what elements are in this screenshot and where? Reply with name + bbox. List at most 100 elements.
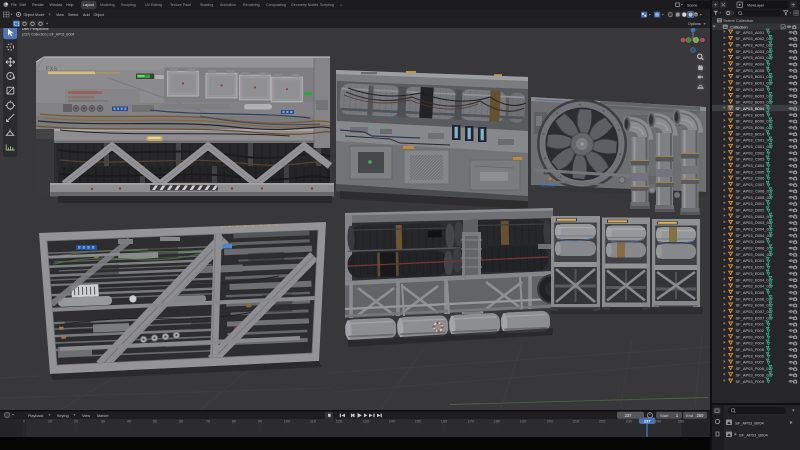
svg-text:View: View [56,13,64,17]
svg-text:230: 230 [626,419,633,424]
svg-text:120: 120 [336,419,343,424]
svg-text:SF_AP03_A002_02: SF_AP03_A002_02 [736,42,772,47]
svg-text:SF_AP03_E003: SF_AP03_E003 [736,271,765,276]
svg-text:SF_AP03_D004_02: SF_AP03_D004_02 [736,233,772,238]
svg-text:250: 250 [678,419,685,424]
svg-text:SF_AP03_E004_01: SF_AP03_E004_01 [736,277,772,282]
svg-text:SF_AP03_F008_01: SF_AP03_F008_01 [736,366,772,371]
svg-text:SF_AP03_E004_02: SF_AP03_E004_02 [736,284,772,289]
svg-text:SF_AP03_D001: SF_AP03_D001 [736,201,766,206]
svg-text:240: 240 [655,419,662,424]
svg-text:Select: Select [68,13,78,17]
svg-text:237: 237 [625,413,633,418]
svg-text:SF_AP03_B001_02: SF_AP03_B001_02 [736,81,772,86]
svg-text:End: End [686,413,693,418]
svg-text:SF_AP03_E006_01: SF_AP03_E006_01 [736,296,772,301]
svg-text:SF_AP03_D003_02: SF_AP03_D003_02 [736,220,772,225]
svg-text:180: 180 [494,419,501,424]
svg-text:SF_AP03_B003_02: SF_AP03_B003_02 [736,100,772,105]
svg-text:SF_AP03_D006_01: SF_AP03_D006_01 [736,246,772,251]
svg-text:Object Mode: Object Mode [24,13,45,17]
svg-text:File: File [11,3,17,7]
svg-text:Scene: Scene [687,3,697,7]
svg-text:SF_AP03_F002: SF_AP03_F002 [736,328,765,333]
svg-text:SF_AP03_A004: SF_AP03_A004 [736,62,765,67]
svg-text:SF_AP03_F001: SF_AP03_F001 [736,322,765,327]
svg-text:Scene Collection: Scene Collection [723,18,753,23]
svg-text:100: 100 [284,419,291,424]
svg-text:Options: Options [688,22,701,26]
svg-text:Scripting: Scripting [320,3,334,7]
svg-text:Texture Paint: Texture Paint [170,3,191,7]
svg-text:SF_AP03_C001_01: SF_AP03_C001_01 [736,138,772,143]
svg-text:Edit: Edit [20,3,26,7]
svg-text:+: + [340,3,342,7]
svg-text:SF_AP03_D004_01: SF_AP03_D004_01 [736,226,772,231]
svg-text:SF_AP03_B006_01: SF_AP03_B006_01 [736,119,772,124]
svg-text:Compositing: Compositing [266,3,286,7]
svg-text:Window: Window [50,3,63,7]
svg-text:Object: Object [94,13,105,17]
svg-text:SF_AP03_C008_02: SF_AP03_C008_02 [736,195,772,200]
svg-text:SF_AP03_D002: SF_AP03_D002 [736,207,766,212]
svg-text:SF_AP03_C003: SF_AP03_C003 [736,157,766,162]
svg-text:140: 140 [389,419,396,424]
svg-text:(237) Collection | SF_AP03_B00: (237) Collection | SF_AP03_B004 [22,32,75,36]
svg-text:Keying: Keying [57,414,69,418]
svg-text:SF_AP03_B001_01: SF_AP03_B001_01 [736,74,772,79]
svg-text:SF_AP03_F008_02: SF_AP03_F008_02 [736,372,772,377]
svg-text:SF_AP03_D005: SF_AP03_D005 [736,239,766,244]
svg-text:Render: Render [32,3,45,7]
svg-text:Add: Add [83,13,90,17]
svg-text:Shading: Shading [200,3,213,7]
svg-text:SF_AP03_B003_01: SF_AP03_B003_01 [736,93,772,98]
svg-text:SF_AP03_C001_02: SF_AP03_C001_02 [736,144,772,149]
svg-text:SF_AP03_D003_01: SF_AP03_D003_01 [736,214,772,219]
svg-text:SF_AP03_C008_01: SF_AP03_C008_01 [736,188,772,193]
svg-text:SF_AP03_C004: SF_AP03_C004 [736,163,766,168]
svg-text:SF_AP03_E007_02: SF_AP03_E007_02 [736,315,772,320]
svg-text:User Perspective: User Perspective [22,28,49,31]
svg-text:SF_AP03_B004: SF_AP03_B004 [739,433,768,438]
svg-text:SF_AP03_E007_01: SF_AP03_E007_01 [736,309,772,314]
svg-text:SF_AP03_F007: SF_AP03_F007 [736,360,765,365]
svg-text:110: 110 [310,419,317,424]
svg-text:SF_AP03_B006_02: SF_AP03_B006_02 [736,125,772,130]
svg-text:SF_AP03_F003: SF_AP03_F003 [736,334,765,339]
svg-text:SF_AP03_B005: SF_AP03_B005 [736,112,765,117]
svg-text:View: View [82,414,90,418]
svg-text:200: 200 [547,419,554,424]
svg-text:Sculpting: Sculpting [121,3,136,7]
svg-text:SF_AP03_E005: SF_AP03_E005 [736,290,765,295]
svg-text:UV Editing: UV Editing [145,3,162,7]
svg-text:SF_AP03_F006: SF_AP03_F006 [736,353,765,358]
svg-text:Playback: Playback [28,414,44,418]
svg-text:SF_AP03_A003_02: SF_AP03_A003_02 [736,55,772,60]
svg-text:Geometry Nodes: Geometry Nodes [291,3,318,7]
svg-text:SF_AP03_B002: SF_AP03_B002 [736,87,765,92]
svg-text:Marker: Marker [97,414,110,418]
svg-text:SF_AP03_B004: SF_AP03_B004 [735,421,764,426]
svg-text:250: 250 [697,413,705,418]
svg-text:Rendering: Rendering [243,3,260,7]
svg-text:130: 130 [363,419,370,424]
svg-text:160: 160 [441,419,448,424]
svg-text:SF_AP03_E006_02: SF_AP03_E006_02 [736,303,772,308]
svg-text:Start: Start [660,413,669,418]
svg-text:SF_AP03_F004: SF_AP03_F004 [736,341,765,346]
svg-text:SF_AP03_B014: SF_AP03_B014 [736,131,765,136]
svg-text:SF_AP03_F009: SF_AP03_F009 [736,379,765,384]
svg-text:SF_AP03_C002: SF_AP03_C002 [736,150,766,155]
svg-text:Help: Help [66,3,73,7]
svg-text:Animation: Animation [220,3,236,7]
svg-text:SF_AP03_B004: SF_AP03_B004 [736,106,765,111]
svg-text:210: 210 [573,419,580,424]
svg-text:237: 237 [644,418,651,423]
svg-text:ViewLayer: ViewLayer [747,3,765,7]
svg-text:SF_AP03_F005: SF_AP03_F005 [736,347,765,352]
svg-text:SF_AP03_C005: SF_AP03_C005 [736,169,766,174]
svg-text:SF_AP03_D006_02: SF_AP03_D006_02 [736,252,772,257]
svg-text:150: 150 [415,419,422,424]
svg-text:190: 190 [520,419,527,424]
svg-text:SF_AP03_A001: SF_AP03_A001 [736,30,765,35]
